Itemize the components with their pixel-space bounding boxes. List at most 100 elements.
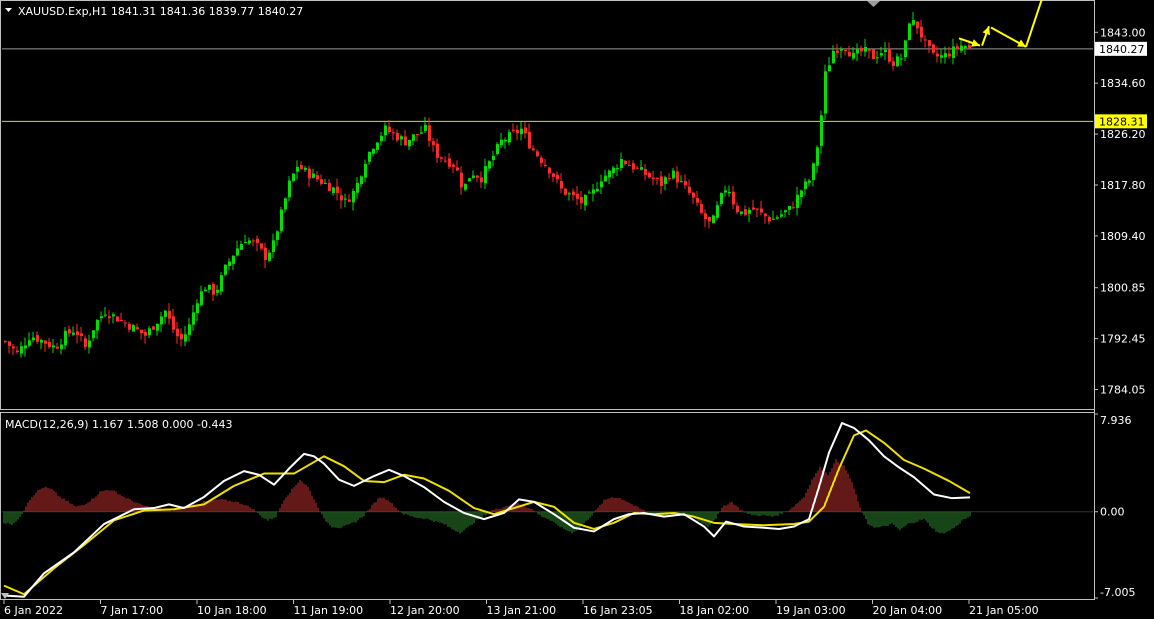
candle-body — [292, 173, 295, 182]
candle-body — [256, 238, 259, 244]
candle-body — [384, 125, 387, 136]
candle-body — [472, 175, 475, 178]
candle-body — [168, 310, 171, 319]
candle-body — [364, 163, 367, 178]
candle-body — [828, 65, 831, 72]
candle-body — [556, 174, 559, 180]
candle-body — [936, 53, 939, 57]
candle-body — [948, 53, 951, 57]
candle-body — [840, 48, 843, 51]
candle-body — [184, 334, 187, 342]
price-tick-label: 1784.05 — [1100, 384, 1146, 397]
candle-body — [324, 182, 327, 184]
candle-body — [436, 143, 439, 158]
candle-body — [424, 124, 427, 131]
candle-body — [164, 310, 167, 317]
candle-body — [188, 324, 191, 335]
candle-body — [536, 151, 539, 157]
triangle-down-icon[interactable] — [5, 8, 12, 12]
candle-body — [16, 350, 19, 352]
candle-body — [796, 194, 799, 208]
candle-body — [968, 45, 971, 49]
annotation-arrow-line[interactable] — [1025, 0, 1047, 48]
candle-body — [104, 314, 107, 316]
candle-body — [752, 207, 755, 210]
candle-body — [344, 198, 347, 200]
macd-pane[interactable] — [2, 422, 1093, 598]
candle-body — [492, 155, 495, 160]
candle-body — [836, 50, 839, 53]
triangle-down-icon[interactable] — [867, 1, 880, 7]
candle-body — [488, 161, 491, 169]
candle-body — [100, 316, 103, 319]
candle-body — [4, 341, 7, 343]
candle-body — [548, 167, 551, 174]
candle-body — [160, 316, 163, 325]
time-tick-label: 11 Jan 19:00 — [294, 604, 364, 617]
candle-body — [580, 196, 583, 203]
candle-body — [64, 330, 67, 346]
candle-body — [332, 187, 335, 194]
trading-chart[interactable]: 1843.00 1834.60 1826.20 1817.80 1809.40 1800.… — [0, 0, 1154, 619]
candle-body — [844, 50, 847, 52]
candle-body — [140, 329, 143, 334]
candle-body — [576, 193, 579, 199]
price-tick-label: 1800.85 — [1100, 282, 1146, 295]
candle-body — [604, 175, 607, 182]
candle-body — [572, 191, 575, 196]
candle-body — [672, 170, 675, 179]
candle-body — [708, 216, 711, 222]
candle-body — [280, 209, 283, 231]
candle-body — [680, 181, 683, 183]
candle-body — [960, 45, 963, 51]
time-tick-label: 20 Jan 04:00 — [873, 604, 943, 617]
candle-body — [220, 275, 223, 292]
candle-body — [412, 134, 415, 141]
candle-body — [700, 203, 703, 213]
candle-body — [52, 345, 55, 348]
candle-body — [76, 331, 79, 336]
macd-tick-label: 0.00 — [1100, 506, 1125, 519]
candle-body — [612, 167, 615, 174]
candle-body — [688, 186, 691, 193]
candle-body — [288, 180, 291, 198]
macd-tick-label: 7.936 — [1100, 414, 1132, 427]
candle-body — [648, 172, 651, 178]
candle-body — [236, 248, 239, 256]
candle-body — [520, 128, 523, 135]
bid-price-label: 1840.27 — [1099, 43, 1145, 56]
candle-body — [24, 345, 27, 349]
candle-body — [36, 335, 39, 342]
candle-body — [868, 49, 871, 51]
candle-body — [480, 177, 483, 183]
candle-body — [228, 261, 231, 267]
candle-body — [720, 193, 723, 204]
candle-body — [272, 240, 275, 253]
candle-body — [320, 179, 323, 184]
candle-body — [940, 55, 943, 58]
time-tick-label: 16 Jan 23:05 — [583, 604, 653, 617]
candle-body — [248, 240, 251, 244]
candle-body — [812, 163, 815, 181]
candle-body — [772, 218, 775, 220]
price-pane[interactable] — [2, 0, 1093, 358]
candle-body — [728, 191, 731, 193]
candle-body — [668, 177, 671, 179]
candle-body — [212, 284, 215, 295]
candle-body — [952, 46, 955, 58]
candle-body — [44, 340, 47, 344]
candle-body — [504, 140, 507, 142]
candle-body — [224, 264, 227, 275]
candle-body — [656, 177, 659, 179]
candle-body — [944, 53, 947, 58]
candle-body — [396, 133, 399, 141]
price-tick-label: 1817.80 — [1100, 179, 1146, 192]
candle-body — [880, 53, 883, 56]
candle-body — [636, 167, 639, 169]
candle-body — [816, 147, 819, 166]
candle-body — [60, 344, 63, 349]
candle-body — [308, 168, 311, 179]
candle-body — [416, 134, 419, 136]
candle-body — [260, 243, 263, 249]
candle-body — [96, 319, 99, 331]
